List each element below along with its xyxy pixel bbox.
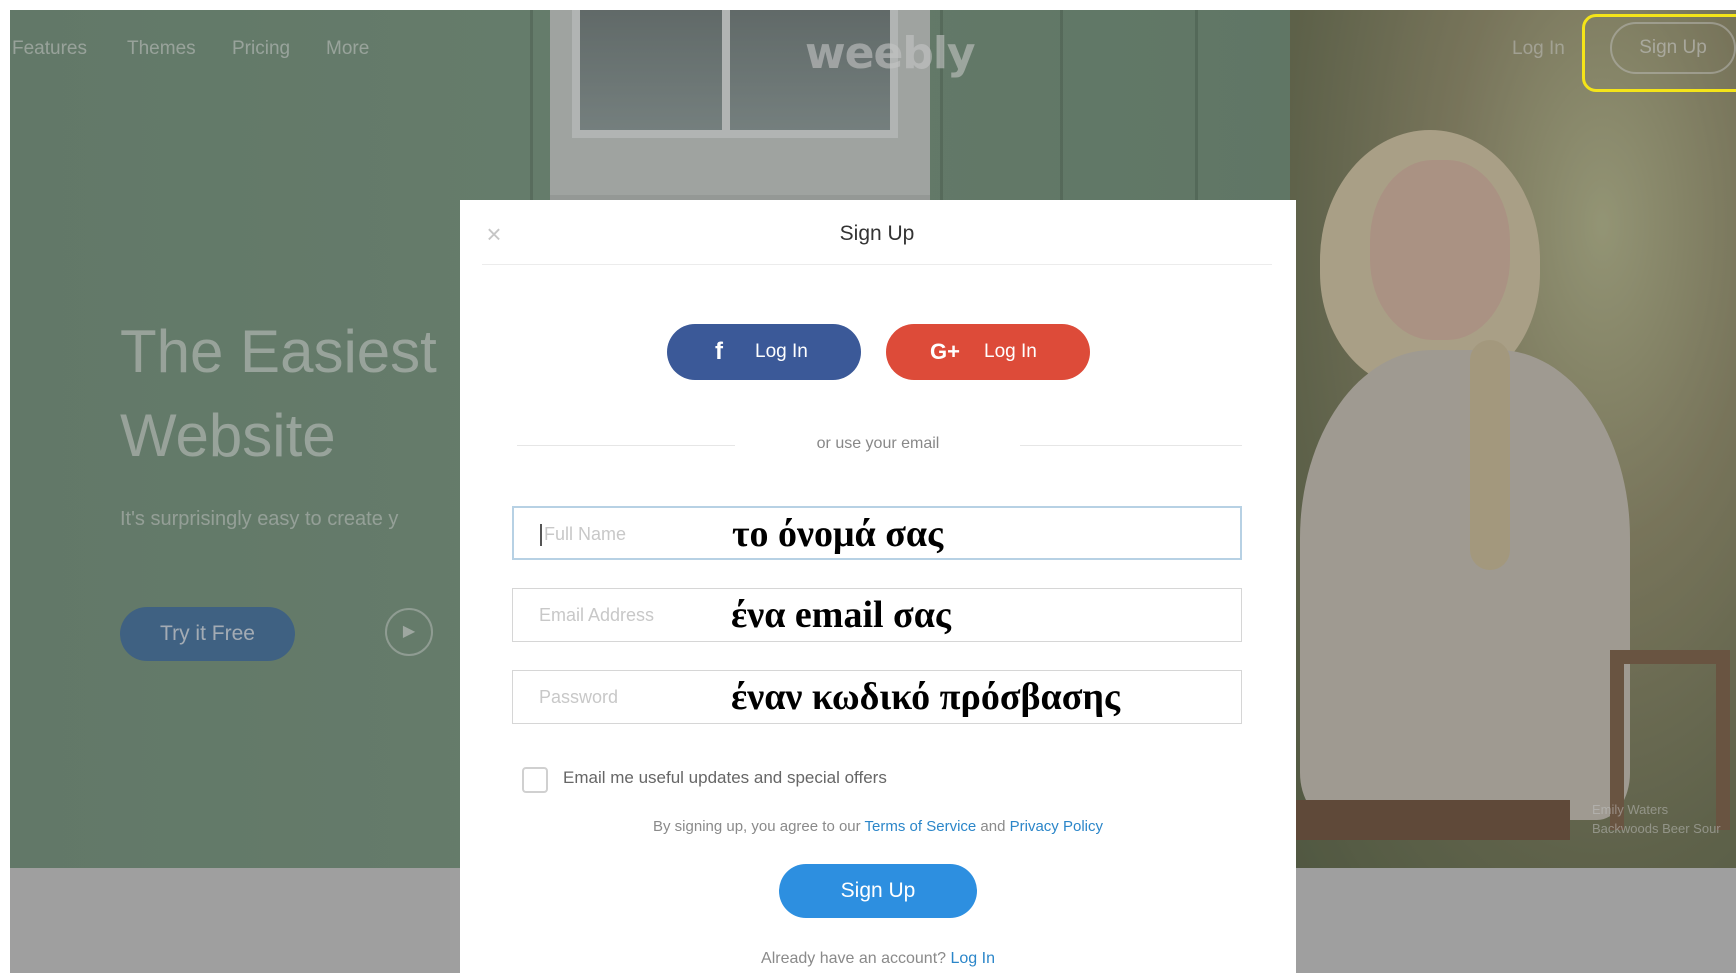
terms-of-service-link[interactable]: Terms of Service: [865, 818, 977, 835]
signup-modal: × Sign Up f Log In G+ Log In or use your…: [460, 200, 1296, 973]
page: Features Themes Pricing More weebly Log …: [10, 10, 1736, 973]
email-placeholder: Email Address: [539, 605, 655, 625]
facebook-login-button[interactable]: f Log In: [667, 324, 861, 380]
updates-checkbox[interactable]: [522, 767, 548, 793]
google-plus-icon: G+: [930, 339, 960, 364]
password-placeholder: Password: [539, 687, 619, 707]
divider-line-left: [517, 445, 735, 446]
already-have-account: Already have an account? Log In: [460, 950, 1296, 968]
modal-header: × Sign Up: [482, 200, 1272, 265]
facebook-login-label: Log In: [755, 341, 808, 362]
email-annotation: ένα email σας: [731, 594, 951, 636]
already-text: Already have an account?: [761, 950, 947, 967]
divider-line-right: [1020, 445, 1242, 446]
modal-login-link[interactable]: Log In: [950, 950, 994, 967]
email-input[interactable]: Email Address ένα email σας: [512, 588, 1242, 642]
privacy-policy-link[interactable]: Privacy Policy: [1010, 818, 1103, 835]
updates-checkbox-label[interactable]: Email me useful updates and special offe…: [563, 768, 887, 788]
full-name-annotation: το όνομά σας: [732, 513, 944, 555]
full-name-input[interactable]: Full Name το όνομά σας: [512, 506, 1242, 560]
signup-submit-button[interactable]: Sign Up: [779, 864, 977, 918]
divider-text: or use your email: [816, 435, 940, 452]
google-login-button[interactable]: G+ Log In: [886, 324, 1090, 380]
terms-prefix: By signing up, you agree to our: [653, 818, 861, 835]
terms-text: By signing up, you agree to our Terms of…: [460, 818, 1296, 835]
highlight-annotation: [1582, 14, 1736, 92]
password-annotation: έναν κωδικό πρόσβασης: [731, 676, 1121, 718]
text-cursor: [540, 524, 542, 546]
full-name-placeholder: Full Name: [544, 524, 627, 544]
terms-and: and: [980, 818, 1006, 835]
password-input[interactable]: Password έναν κωδικό πρόσβασης: [512, 670, 1242, 724]
modal-title: Sign Up: [839, 222, 915, 245]
facebook-icon: f: [715, 338, 723, 365]
google-login-label: Log In: [984, 341, 1037, 362]
